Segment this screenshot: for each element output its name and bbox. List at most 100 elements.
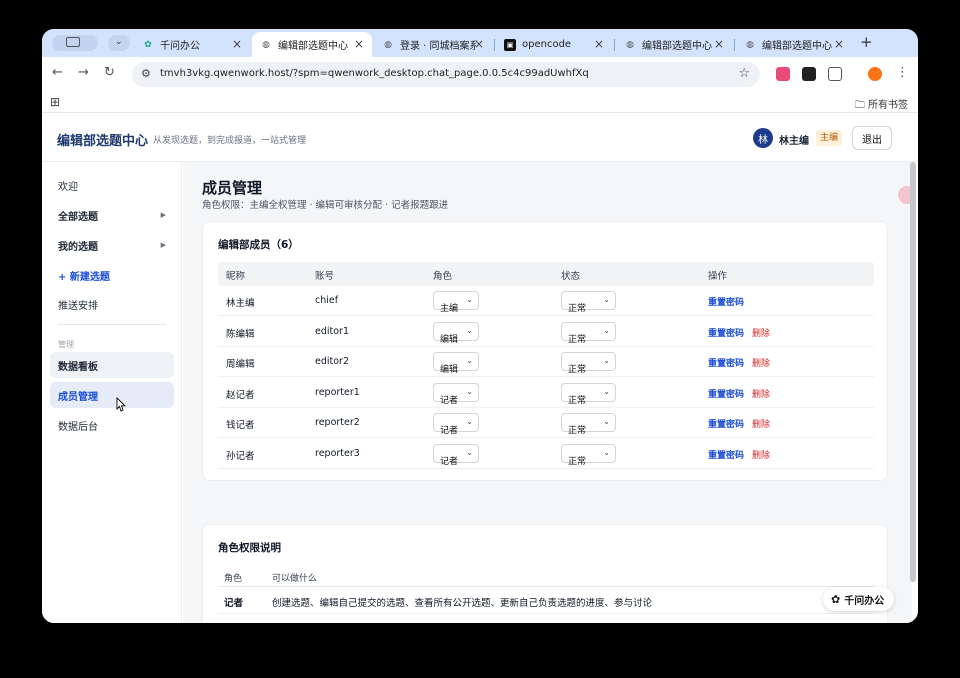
tab-4[interactable]: ◍ 编辑部选题中心 ×: [616, 32, 732, 57]
role-select-value: 记者: [440, 456, 459, 467]
bookmark-star-icon[interactable]: ☆: [738, 66, 750, 81]
page-subtitle: 角色权限：主编全权管理 · 编辑可审核分配 · 记者报题跟进: [202, 200, 449, 211]
close-icon[interactable]: ×: [232, 37, 242, 51]
browser-window: ⌄ ✿ 千问办公 × ◍ 编辑部选题中心 × ◍ 登录 · 同城档案系 × ▣ …: [42, 29, 918, 623]
status-select[interactable]: 正常 ⌄: [561, 321, 616, 345]
status-select-value: 正常: [568, 334, 587, 345]
column-header: 角色: [224, 574, 243, 584]
status-select[interactable]: 正常 ⌄: [561, 352, 616, 375]
table-row: 周编辑 editor2 编辑 ⌄ 正常 ⌄ 重置密码 删除: [218, 347, 874, 377]
tab-0[interactable]: ✿ 千问办公 ×: [134, 32, 250, 57]
sidebar-item-push-schedule[interactable]: 推送安排: [50, 291, 174, 317]
all-bookmarks[interactable]: 🗀 所有书签: [855, 96, 908, 115]
member-account: editor1: [315, 325, 350, 337]
close-icon[interactable]: ×: [354, 37, 364, 51]
qwen-icon: ✿: [144, 39, 152, 50]
status-select[interactable]: 正常 ⌄: [561, 413, 616, 436]
role-select[interactable]: 编辑 ⌄: [433, 352, 479, 375]
site-info-icon[interactable]: ⚙: [141, 67, 151, 80]
status-select[interactable]: 正常 ⌄: [561, 443, 616, 467]
role-select[interactable]: 编辑 ⌄: [433, 321, 479, 345]
toolbar: ← → ↻ ⚙ tmvh3vkg.qwenwork.host/?spm=qwen…: [42, 57, 918, 91]
member-nick: 林主编: [226, 298, 255, 309]
tab-2[interactable]: ◍ 登录 · 同城档案系 ×: [374, 32, 492, 57]
role-select-value: 记者: [440, 426, 459, 436]
reload-icon[interactable]: ↻: [104, 65, 115, 80]
reset-password-link[interactable]: 重置密码: [708, 387, 744, 400]
role-select[interactable]: 记者 ⌄: [433, 443, 479, 467]
role-select-value: 记者: [440, 395, 459, 406]
sidebar-item-new-topic[interactable]: + 新建选题: [50, 262, 174, 288]
mouse-cursor-icon: [116, 397, 126, 412]
profile-avatar[interactable]: [868, 67, 882, 81]
permission-row: 记者 创建选题、编辑自己提交的选题、查看所有公开选题、更新自己负责选题的进度、参与…: [218, 588, 874, 614]
table-row: 赵记者 reporter1 记者 ⌄ 正常 ⌄ 重置密码 删除: [218, 378, 874, 408]
tab-separator: [734, 39, 735, 51]
members-title: 编辑部成员（6）: [218, 239, 299, 251]
permission-role: 记者: [224, 598, 244, 609]
new-tab-button[interactable]: +: [860, 33, 873, 51]
url-text: tmvh3vkg.qwenwork.host/?spm=qwenwork_des…: [160, 68, 589, 79]
scrollbar[interactable]: [910, 162, 916, 582]
extensions-puzzle-icon[interactable]: [828, 67, 842, 81]
sidebar-item-members[interactable]: 成员管理: [50, 382, 174, 408]
sidebar-item-welcome[interactable]: 欢迎: [50, 172, 174, 198]
sidebar-item-all-topics[interactable]: 全部选题 ▶: [50, 202, 174, 228]
chevron-down-icon: ⌄: [603, 356, 610, 365]
member-account: reporter1: [315, 386, 360, 398]
table-row: 孙记者 reporter3 记者 ⌄ 正常 ⌄ 重置密码 删除: [218, 439, 874, 469]
status-select-value: 正常: [568, 304, 587, 314]
tab-3[interactable]: ▣ opencode ×: [496, 32, 612, 57]
delete-member-link[interactable]: 删除: [752, 448, 770, 461]
delete-member-link[interactable]: 删除: [752, 417, 770, 430]
sidebar-item-label: 数据后台: [58, 421, 98, 433]
status-select[interactable]: 正常 ⌄: [561, 382, 616, 406]
tab-separator: [494, 39, 495, 51]
table-row: 林主编 chief 主编 ⌄ 正常 ⌄ 重置密码: [218, 286, 874, 316]
member-nick: 赵记者: [226, 389, 255, 401]
chevron-down-icon: ⌄: [466, 356, 473, 365]
reset-password-link[interactable]: 重置密码: [708, 417, 744, 430]
chevron-down-icon: ⌄: [603, 417, 610, 426]
close-icon[interactable]: ×: [714, 37, 724, 51]
sidebar-item-my-topics[interactable]: 我的选题 ▶: [50, 232, 174, 258]
delete-member-link[interactable]: 删除: [752, 356, 770, 369]
menu-icon[interactable]: ⋮: [896, 65, 909, 80]
app-brand[interactable]: 编辑部选题中心: [57, 130, 148, 149]
close-icon[interactable]: ×: [594, 37, 604, 51]
members-card: 编辑部成员（6） 昵称 账号 角色 状态 操作 林主编 chief 主编 ⌄ 正常 ⌄ 重置…: [202, 221, 888, 481]
logout-button[interactable]: 退出: [852, 126, 892, 150]
extension-icon[interactable]: [776, 67, 790, 81]
role-select[interactable]: 记者 ⌄: [433, 382, 479, 406]
delete-member-link[interactable]: 删除: [752, 387, 770, 400]
apps-grid-icon[interactable]: ⊞: [50, 95, 60, 109]
address-bar[interactable]: ⚙ tmvh3vkg.qwenwork.host/?spm=qwenwork_d…: [132, 62, 760, 87]
sidebar-item-dashboard[interactable]: 数据看板: [50, 352, 174, 378]
delete-member-link[interactable]: 删除: [752, 326, 770, 339]
qwen-office-chip[interactable]: ✿ 千问办公: [823, 587, 895, 611]
permissions-title: 角色权限说明: [218, 542, 281, 554]
globe-icon: ◍: [746, 39, 754, 50]
forward-icon[interactable]: →: [78, 65, 89, 80]
reset-password-link[interactable]: 重置密码: [708, 295, 744, 308]
tab-5[interactable]: ◍ 编辑部选题中心 ×: [736, 32, 852, 57]
chevron-down-icon: ⌄: [466, 295, 473, 304]
chevron-down-icon: ⌄: [466, 447, 473, 457]
member-account: chief: [315, 295, 339, 306]
role-select[interactable]: 主编 ⌄: [433, 291, 479, 314]
chevron-down-icon: ⌄: [603, 295, 610, 304]
back-icon[interactable]: ←: [52, 65, 63, 80]
permissions-table-header: 角色 可以做什么: [218, 569, 874, 587]
extension-icon[interactable]: [802, 67, 816, 81]
reset-password-link[interactable]: 重置密码: [708, 448, 744, 461]
chevron-down-icon: ⌄: [466, 417, 473, 426]
close-icon[interactable]: ×: [474, 37, 484, 51]
sidebar-item-data-backend[interactable]: 数据后台: [50, 412, 174, 438]
close-icon[interactable]: ×: [834, 37, 844, 51]
status-select[interactable]: 正常 ⌄: [561, 291, 616, 314]
role-select[interactable]: 记者 ⌄: [433, 413, 479, 436]
tab-1[interactable]: ◍ 编辑部选题中心 ×: [252, 32, 372, 57]
reset-password-link[interactable]: 重置密码: [708, 356, 744, 369]
reset-password-link[interactable]: 重置密码: [708, 326, 744, 339]
role-select-value: 编辑: [440, 365, 459, 375]
